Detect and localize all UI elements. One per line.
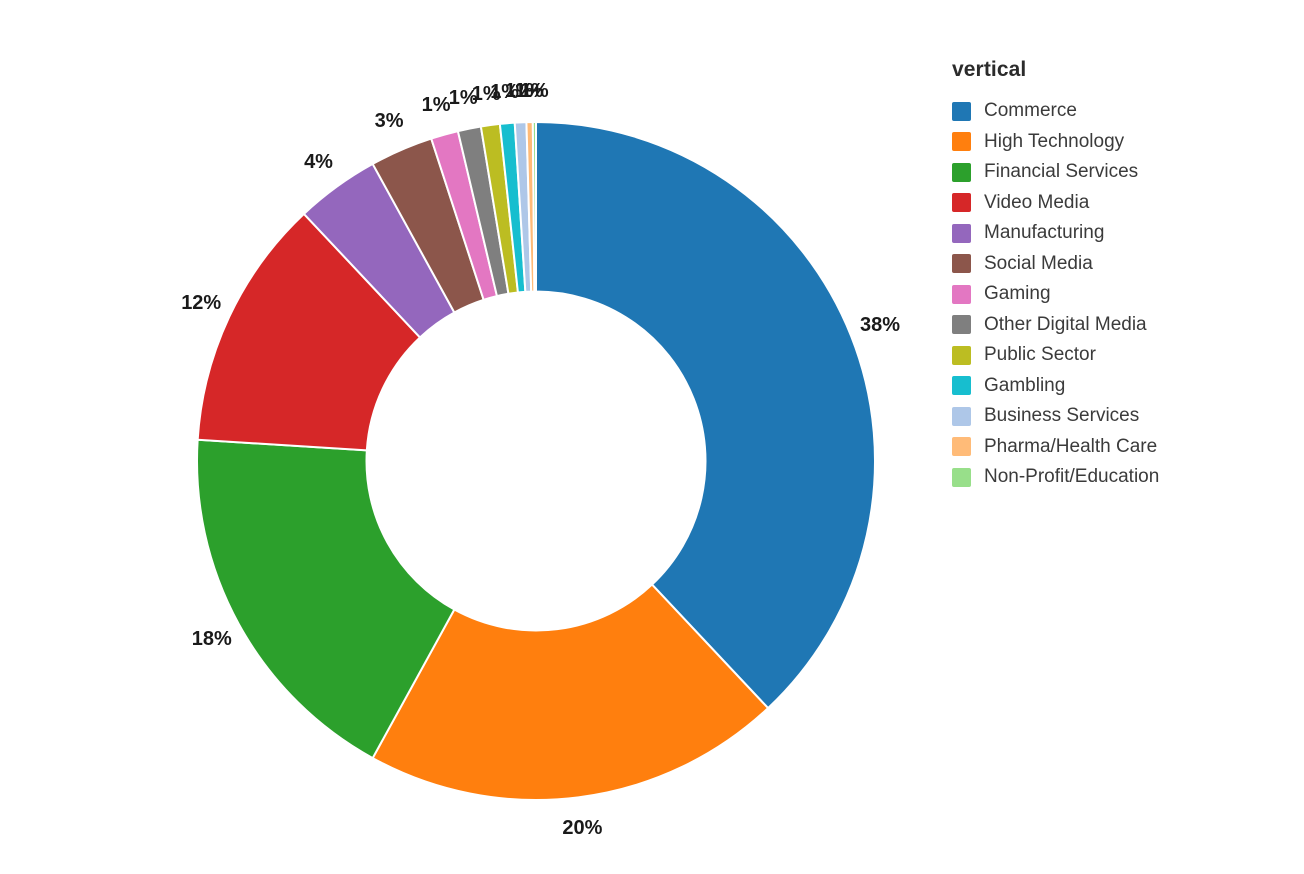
- legend-item-label: Other Digital Media: [984, 314, 1147, 336]
- slice-percent-label: 20%: [562, 818, 602, 838]
- legend-item[interactable]: Business Services: [952, 401, 1282, 432]
- legend-item-label: Video Media: [984, 192, 1089, 214]
- legend-color-swatch: [952, 468, 971, 487]
- legend-item[interactable]: Non-Profit/Education: [952, 462, 1282, 493]
- legend-color-swatch: [952, 376, 971, 395]
- donut-chart-figure: 38%20%18%12%4%3%1%1%1%1%1%1%1% vertical …: [0, 0, 1304, 874]
- legend-item[interactable]: Other Digital Media: [952, 310, 1282, 341]
- donut-svg: [0, 0, 940, 874]
- legend-item[interactable]: Social Media: [952, 249, 1282, 280]
- legend-item-label: Business Services: [984, 405, 1139, 427]
- legend-items: Commerce High Technology Financial Service…: [952, 96, 1282, 493]
- legend-item-label: Commerce: [984, 100, 1077, 122]
- legend-item-label: Manufacturing: [984, 222, 1104, 244]
- legend-color-swatch: [952, 346, 971, 365]
- legend-item[interactable]: Financial Services: [952, 157, 1282, 188]
- legend: vertical Commerce High Technology Financia…: [952, 58, 1282, 493]
- legend-color-swatch: [952, 224, 971, 243]
- legend-color-swatch: [952, 102, 971, 121]
- legend-item[interactable]: Gambling: [952, 371, 1282, 402]
- legend-color-swatch: [952, 254, 971, 273]
- legend-color-swatch: [952, 437, 971, 456]
- legend-color-swatch: [952, 285, 971, 304]
- slice-percent-label: 38%: [860, 315, 900, 335]
- slice-percent-label: 3%: [375, 111, 404, 131]
- legend-item-label: Social Media: [984, 253, 1093, 275]
- legend-item[interactable]: Public Sector: [952, 340, 1282, 371]
- slice-percent-label: 1%: [422, 95, 451, 115]
- donut-slice[interactable]: [536, 122, 875, 708]
- legend-item[interactable]: Video Media: [952, 188, 1282, 219]
- legend-color-swatch: [952, 315, 971, 334]
- donut-plot-area: 38%20%18%12%4%3%1%1%1%1%1%1%1%: [0, 0, 940, 874]
- legend-item-label: Gambling: [984, 375, 1065, 397]
- slice-percent-label: 18%: [192, 629, 232, 649]
- legend-item[interactable]: Manufacturing: [952, 218, 1282, 249]
- legend-item[interactable]: High Technology: [952, 127, 1282, 158]
- donut-slice[interactable]: [533, 122, 536, 292]
- legend-item[interactable]: Pharma/Health Care: [952, 432, 1282, 463]
- slice-percent-label: 4%: [304, 152, 333, 172]
- legend-color-swatch: [952, 193, 971, 212]
- legend-color-swatch: [952, 407, 971, 426]
- legend-color-swatch: [952, 163, 971, 182]
- legend-item-label: High Technology: [984, 131, 1124, 153]
- slice-percent-label: 12%: [181, 293, 221, 313]
- legend-item[interactable]: Commerce: [952, 96, 1282, 127]
- legend-item-label: Pharma/Health Care: [984, 436, 1157, 458]
- legend-item-label: Gaming: [984, 283, 1051, 305]
- legend-color-swatch: [952, 132, 971, 151]
- legend-item-label: Public Sector: [984, 344, 1096, 366]
- legend-item[interactable]: Gaming: [952, 279, 1282, 310]
- legend-title: vertical: [952, 58, 1282, 82]
- legend-item-label: Financial Services: [984, 161, 1138, 183]
- legend-item-label: Non-Profit/Education: [984, 466, 1159, 488]
- slice-percent-label: 1%: [520, 81, 549, 101]
